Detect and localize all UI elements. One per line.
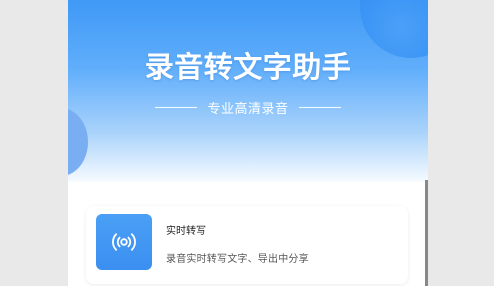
subtitle-divider-right [298, 107, 341, 108]
subtitle-row: 专业高清录音 [68, 98, 428, 117]
app-screen: 录音转文字助手 专业高清录音 实时转写 录音实时转写文字、导出中分享 [0, 0, 494, 286]
realtime-transcribe-icon-box [96, 214, 152, 270]
app-subtitle: 专业高清录音 [207, 102, 289, 117]
card-title: 实时转写 [166, 226, 206, 237]
card-description: 录音实时转写文字、导出中分享 [166, 254, 309, 265]
phone-viewport: 录音转文字助手 专业高清录音 实时转写 录音实时转写文字、导出中分享 [68, 0, 428, 286]
scrollbar[interactable] [425, 180, 428, 286]
hero-banner: 录音转文字助手 专业高清录音 [68, 0, 428, 182]
realtime-transcribe-card[interactable]: 实时转写 录音实时转写文字、导出中分享 [86, 206, 408, 284]
decorative-circle-left [68, 108, 88, 176]
app-title: 录音转文字助手 [144, 50, 352, 84]
wireless-signal-icon [112, 233, 136, 251]
subtitle-divider-left [155, 107, 198, 108]
